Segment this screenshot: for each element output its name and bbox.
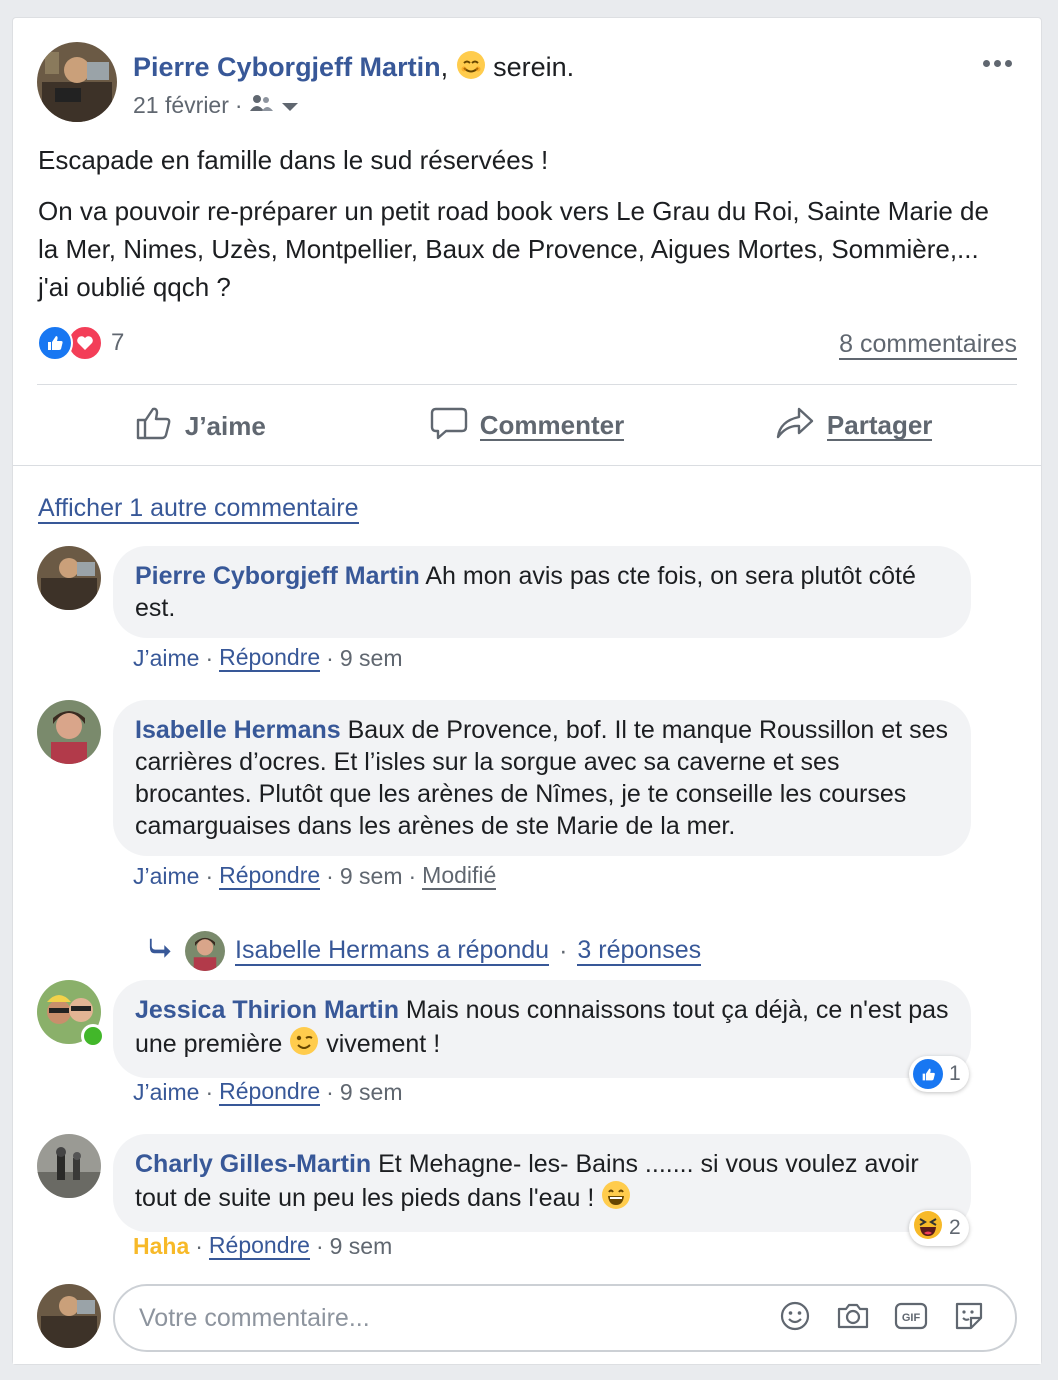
meta-dot: · xyxy=(234,92,243,118)
reactions-summary[interactable]: 7 xyxy=(37,325,124,361)
comment-time[interactable]: 9 sem xyxy=(340,863,403,890)
composer-tools: GIF xyxy=(777,1298,987,1334)
comment-actions: J’aime · Répondre · 9 sem xyxy=(133,644,402,672)
comment-author[interactable]: Isabelle Hermans xyxy=(135,716,341,744)
comment-reaction-count: 2 xyxy=(949,1216,961,1239)
svg-text:GIF: GIF xyxy=(902,1312,921,1324)
comment-time[interactable]: 9 sem xyxy=(340,1079,403,1106)
dot: · xyxy=(315,1232,324,1259)
post-actions: J’aime Commenter Partager xyxy=(37,390,1017,462)
gif-icon[interactable]: GIF xyxy=(893,1298,929,1334)
dot: · xyxy=(195,1232,203,1259)
comment-author[interactable]: Pierre Cyborgjeff Martin xyxy=(135,562,420,590)
comment-like-link[interactable]: J’aime xyxy=(133,863,199,890)
commenter-avatar[interactable] xyxy=(37,700,101,764)
current-user-avatar xyxy=(37,1284,101,1348)
author-name[interactable]: Pierre Cyborgjeff Martin xyxy=(133,52,441,82)
comment-author[interactable]: Jessica Thirion Martin xyxy=(135,996,399,1024)
post-text-2: On va pouvoir re-préparer un petit road … xyxy=(38,196,989,302)
thumbs-up-icon xyxy=(135,404,173,449)
comment-placeholder: Votre commentaire... xyxy=(139,1303,370,1332)
dot: · xyxy=(205,1078,214,1105)
wink-emoji-icon xyxy=(289,1026,319,1064)
haha-reaction-icon xyxy=(913,1210,943,1246)
comment-reply-link[interactable]: Répondre xyxy=(208,1232,310,1260)
grin-emoji-icon xyxy=(601,1180,631,1218)
comment-bubble: Charly Gilles-Martin Et Mehagne- les- Ba… xyxy=(113,1134,971,1232)
commenter-avatar[interactable] xyxy=(37,1134,101,1198)
speech-bubble-icon xyxy=(430,404,468,449)
comment-button[interactable]: Commenter xyxy=(364,390,691,462)
audience-chevron-down-icon[interactable] xyxy=(281,92,299,119)
post-body: Escapade en famille dans le sud réservée… xyxy=(38,141,998,319)
divider xyxy=(37,384,1017,385)
more-options-icon[interactable] xyxy=(977,48,1017,78)
dot: · xyxy=(326,862,334,889)
friends-icon[interactable] xyxy=(249,92,275,119)
comment-time[interactable]: 9 sem xyxy=(330,1233,393,1260)
share-button[interactable]: Partager xyxy=(690,390,1017,462)
reply-arrow-icon xyxy=(149,937,175,966)
comment-reply-link[interactable]: Répondre xyxy=(219,1078,321,1106)
comment-bubble: Pierre Cyborgjeff Martin Ah mon avis pas… xyxy=(113,546,971,638)
comment-author[interactable]: Charly Gilles-Martin xyxy=(135,1150,371,1178)
comment-reply-link[interactable]: Répondre xyxy=(219,644,321,672)
comment-reply-link[interactable]: Répondre xyxy=(219,862,321,890)
author-separator: , xyxy=(440,52,449,82)
author-line: Pierre Cyborgjeff Martin, serein. xyxy=(133,50,574,87)
comment-time[interactable]: 9 sem xyxy=(340,645,403,672)
comment-composer: Votre commentaire... GIF xyxy=(37,1284,1017,1354)
comment-bubble: Jessica Thirion Martin Mais nous connais… xyxy=(113,980,971,1078)
comments-count-link[interactable]: 8 commentaires xyxy=(839,330,1017,360)
sticker-icon[interactable] xyxy=(951,1298,987,1334)
comment-like-link[interactable]: J’aime xyxy=(133,645,199,672)
like-reaction-icon xyxy=(37,325,73,361)
reply-avatar xyxy=(185,931,225,971)
post-meta: 21 février · xyxy=(133,92,299,119)
post-text-1: Escapade en famille dans le sud réservée… xyxy=(38,145,549,175)
smile-emoji-icon xyxy=(456,50,486,87)
dot: · xyxy=(559,936,568,965)
share-arrow-icon xyxy=(775,405,815,448)
comment-bubble: Isabelle Hermans Baux de Provence, bof. … xyxy=(113,700,971,856)
share-label: Partager xyxy=(826,410,933,441)
show-more-comments-link[interactable]: Afficher 1 autre commentaire xyxy=(38,494,359,524)
reaction-count: 7 xyxy=(111,329,125,356)
comment-actions: J’aime · Répondre · 9 sem · Modifié xyxy=(133,862,497,890)
comment-reaction-badge[interactable]: 1 xyxy=(909,1056,969,1092)
comment-reaction-count: 1 xyxy=(949,1062,961,1085)
comment-reaction-badge[interactable]: 2 xyxy=(909,1210,969,1246)
online-status-icon xyxy=(81,1024,105,1048)
comments-section: Afficher 1 autre commentaire Pierre Cybo… xyxy=(13,465,1041,1364)
like-button[interactable]: J’aime xyxy=(37,390,364,462)
comment-actions: Haha · Répondre · 9 sem xyxy=(133,1232,392,1260)
commenter-avatar[interactable] xyxy=(37,546,101,610)
replied-text[interactable]: Isabelle Hermans a répondu xyxy=(235,936,550,966)
replies-count[interactable]: 3 réponses xyxy=(577,936,702,966)
post-date[interactable]: 21 février xyxy=(133,92,229,119)
edited-label[interactable]: Modifié xyxy=(422,862,497,890)
like-label: J’aime xyxy=(184,410,266,441)
dot: · xyxy=(326,1078,334,1105)
camera-icon[interactable] xyxy=(835,1298,871,1334)
comment-like-link[interactable]: J’aime xyxy=(133,1079,199,1106)
post-card: Pierre Cyborgjeff Martin, serein. 21 fév… xyxy=(12,17,1042,1365)
emoji-icon[interactable] xyxy=(777,1298,813,1334)
like-reaction-icon xyxy=(913,1059,943,1089)
dot: · xyxy=(408,862,417,889)
feeling-text: serein. xyxy=(493,52,575,82)
post-header: Pierre Cyborgjeff Martin, serein. 21 fév… xyxy=(37,42,1017,132)
comment-actions: J’aime · Répondre · 9 sem xyxy=(133,1078,402,1106)
comment-label: Commenter xyxy=(479,410,625,441)
comment-text: vivement ! xyxy=(326,1030,441,1058)
comment-haha-link[interactable]: Haha xyxy=(133,1233,189,1260)
author-avatar[interactable] xyxy=(37,42,117,122)
dot: · xyxy=(205,862,214,889)
replies-link[interactable]: Isabelle Hermans a répondu · 3 réponses xyxy=(149,931,702,971)
dot: · xyxy=(205,644,214,671)
dot: · xyxy=(326,644,334,671)
